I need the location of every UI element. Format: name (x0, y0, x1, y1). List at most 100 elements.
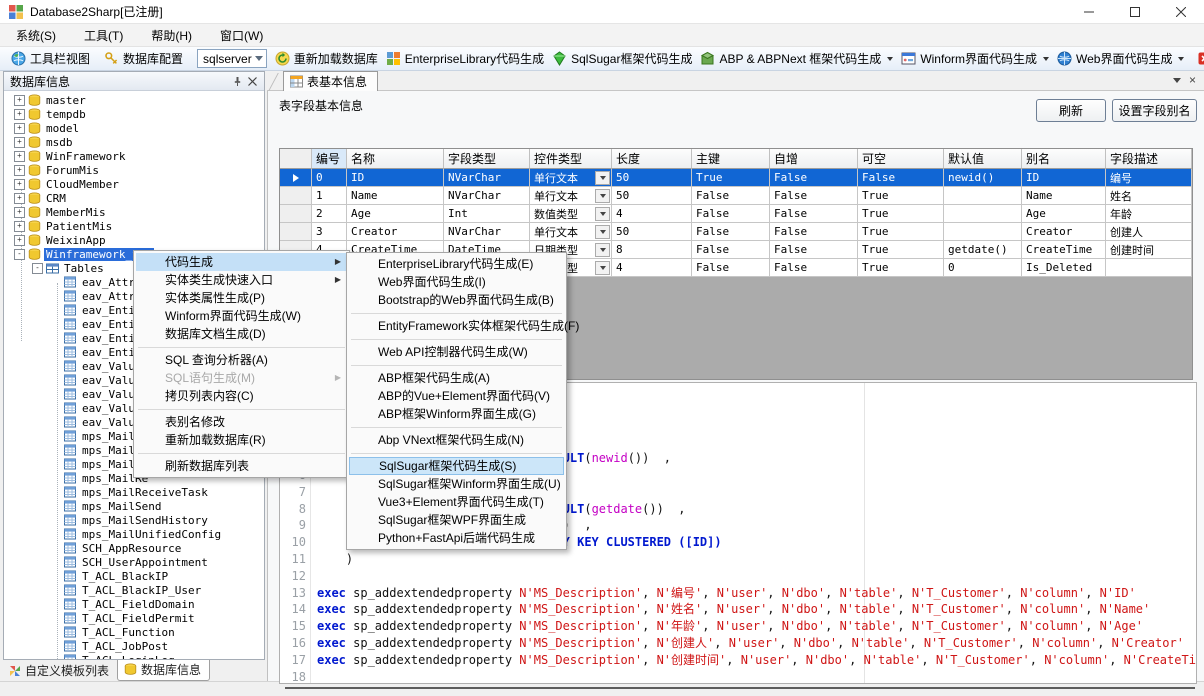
toolbar-exit-button[interactable]: 退出 (1194, 48, 1204, 69)
dropdown-button[interactable] (595, 207, 610, 221)
grid-cell[interactable]: False (692, 259, 770, 277)
grid-row[interactable]: 1NameNVarChar单行文本50FalseFalseTrueName姓名 (280, 187, 1192, 205)
expand-icon[interactable]: + (14, 193, 25, 204)
set-field-alias-button[interactable]: 设置字段别名 (1112, 99, 1197, 122)
context-menu-item[interactable]: 实体类属性生成(P) (136, 289, 347, 307)
grid-header-cell[interactable]: 字段类型 (444, 149, 530, 169)
submenu-item[interactable]: SqlSugar框架Winform界面生成(U) (349, 475, 564, 493)
grid-cell[interactable] (1106, 259, 1192, 277)
tree-item[interactable]: mps_MailSend (4, 499, 264, 513)
grid-header-cell[interactable]: 默认值 (944, 149, 1022, 169)
tree-item[interactable]: T_ACL_BlackIP_User (4, 583, 264, 597)
grid-cell[interactable]: Int (444, 205, 530, 223)
grid-header-cell[interactable]: 长度 (612, 149, 692, 169)
grid-cell[interactable]: False (770, 205, 858, 223)
grid-cell[interactable]: 创建时间 (1106, 241, 1192, 259)
minimize-button[interactable] (1066, 0, 1112, 23)
grid-cell[interactable]: 数值类型 (530, 205, 612, 223)
grid-cell[interactable]: 50 (612, 223, 692, 241)
tab-table-basic-info[interactable]: 表基本信息 (283, 71, 378, 91)
tree-item[interactable]: SCH_AppResource (4, 541, 264, 555)
grid-cell[interactable]: Name (1022, 187, 1106, 205)
grid-cell[interactable] (944, 223, 1022, 241)
horizontal-scrollbar[interactable] (285, 687, 1195, 689)
tree-item[interactable]: +ForumMis (4, 163, 264, 177)
tab-list-dropdown-icon[interactable] (1173, 78, 1181, 83)
dropdown-button[interactable] (595, 225, 610, 239)
expand-icon[interactable]: + (14, 151, 25, 162)
dropdown-button[interactable] (595, 261, 610, 275)
grid-cell[interactable]: 创建人 (1106, 223, 1192, 241)
grid-cell[interactable]: False (770, 223, 858, 241)
tab-custom-templates[interactable]: 自定义模板列表 (3, 661, 117, 681)
grid-header-cell[interactable]: 自增 (770, 149, 858, 169)
expand-icon[interactable]: + (14, 123, 25, 134)
grid-row[interactable]: 2AgeInt数值类型4FalseFalseTrueAge年龄 (280, 205, 1192, 223)
grid-cell[interactable]: 0 (944, 259, 1022, 277)
tree-item[interactable]: +tempdb (4, 107, 264, 121)
context-menu-item[interactable]: SQL 查询分析器(A) (136, 351, 347, 369)
grid-cell[interactable]: 姓名 (1106, 187, 1192, 205)
submenu-item[interactable]: ABP的Vue+Element界面代码(V) (349, 387, 564, 405)
tab-database-info[interactable]: 数据库信息 (117, 660, 210, 681)
tree-item[interactable]: +model (4, 121, 264, 135)
dropdown-button[interactable] (595, 189, 610, 203)
tree-item[interactable]: mps_MailSendHistory (4, 513, 264, 527)
tree-item[interactable]: +WinFramework (4, 149, 264, 163)
toolbar-winform-button[interactable]: Winform界面代码生成 (897, 48, 1053, 69)
grid-cell[interactable]: True (692, 169, 770, 187)
grid-cell[interactable]: ID (1022, 169, 1106, 187)
grid-cell[interactable]: CreateTime (1022, 241, 1106, 259)
context-menu-item[interactable]: Winform界面代码生成(W) (136, 307, 347, 325)
toolbar-reload-button[interactable]: 重新加载数据库 (271, 48, 382, 69)
grid-cell[interactable]: False (770, 259, 858, 277)
context-menu-item[interactable]: 实体类生成快速入口▶ (136, 271, 347, 289)
grid-cell[interactable]: Creator (1022, 223, 1106, 241)
toolbar-dbconfig-button[interactable]: 数据库配置 (100, 48, 187, 69)
grid-row-header[interactable] (280, 223, 312, 241)
grid-header-cell[interactable]: 字段描述 (1106, 149, 1192, 169)
grid-cell[interactable] (944, 187, 1022, 205)
grid-cell[interactable]: Age (1022, 205, 1106, 223)
tree-item[interactable]: +master (4, 93, 264, 107)
grid-row-header[interactable] (280, 187, 312, 205)
context-menu-item[interactable]: 拷贝列表内容(C) (136, 387, 347, 405)
grid-cell[interactable]: False (858, 169, 944, 187)
menubar-item[interactable]: 窗口(W) (208, 24, 275, 47)
grid-cell[interactable]: Creator (347, 223, 444, 241)
toolbar-view-button[interactable]: 工具栏视图 (7, 48, 94, 69)
grid-cell[interactable]: 3 (312, 223, 347, 241)
grid-cell[interactable]: False (692, 187, 770, 205)
tree-item[interactable]: +MemberMis (4, 205, 264, 219)
grid-cell[interactable]: 单行文本 (530, 187, 612, 205)
pin-icon[interactable] (230, 74, 245, 89)
tree-item[interactable]: +CloudMember (4, 177, 264, 191)
grid-cell[interactable]: 1 (312, 187, 347, 205)
maximize-button[interactable] (1112, 0, 1158, 23)
grid-cell[interactable] (944, 205, 1022, 223)
grid-cell[interactable]: NVarChar (444, 187, 530, 205)
grid-cell[interactable]: Name (347, 187, 444, 205)
grid-header-cell[interactable]: 控件类型 (530, 149, 612, 169)
menubar-item[interactable]: 帮助(H) (139, 24, 204, 47)
menubar-item[interactable]: 系统(S) (4, 24, 68, 47)
context-menu-item[interactable]: 重新加载数据库(R) (136, 431, 347, 449)
tree-item[interactable]: +CRM (4, 191, 264, 205)
grid-cell[interactable]: getdate() (944, 241, 1022, 259)
submenu-item[interactable]: Abp VNext框架代码生成(N) (349, 431, 564, 449)
tree-item[interactable]: T_ACL_BlackIP (4, 569, 264, 583)
collapse-icon[interactable]: - (32, 263, 43, 274)
expand-icon[interactable]: + (14, 165, 25, 176)
menubar-item[interactable]: 工具(T) (72, 24, 135, 47)
refresh-button[interactable]: 刷新 (1036, 99, 1106, 122)
grid-row[interactable]: 0IDNVarChar单行文本50TrueFalseFalsenewid()ID… (280, 169, 1192, 187)
submenu-item[interactable]: Bootstrap的Web界面代码生成(B) (349, 291, 564, 309)
dropdown-button[interactable] (595, 243, 610, 257)
database-type-select[interactable]: sqlserver (197, 49, 267, 68)
grid-cell[interactable]: NVarChar (444, 169, 530, 187)
grid-cell[interactable]: False (770, 187, 858, 205)
submenu-item[interactable]: EntityFramework实体框架代码生成(F) (349, 317, 564, 335)
submenu-item[interactable]: Web API控制器代码生成(W) (349, 343, 564, 361)
grid-cell[interactable]: True (858, 187, 944, 205)
grid-header-cell[interactable]: 名称 (347, 149, 444, 169)
